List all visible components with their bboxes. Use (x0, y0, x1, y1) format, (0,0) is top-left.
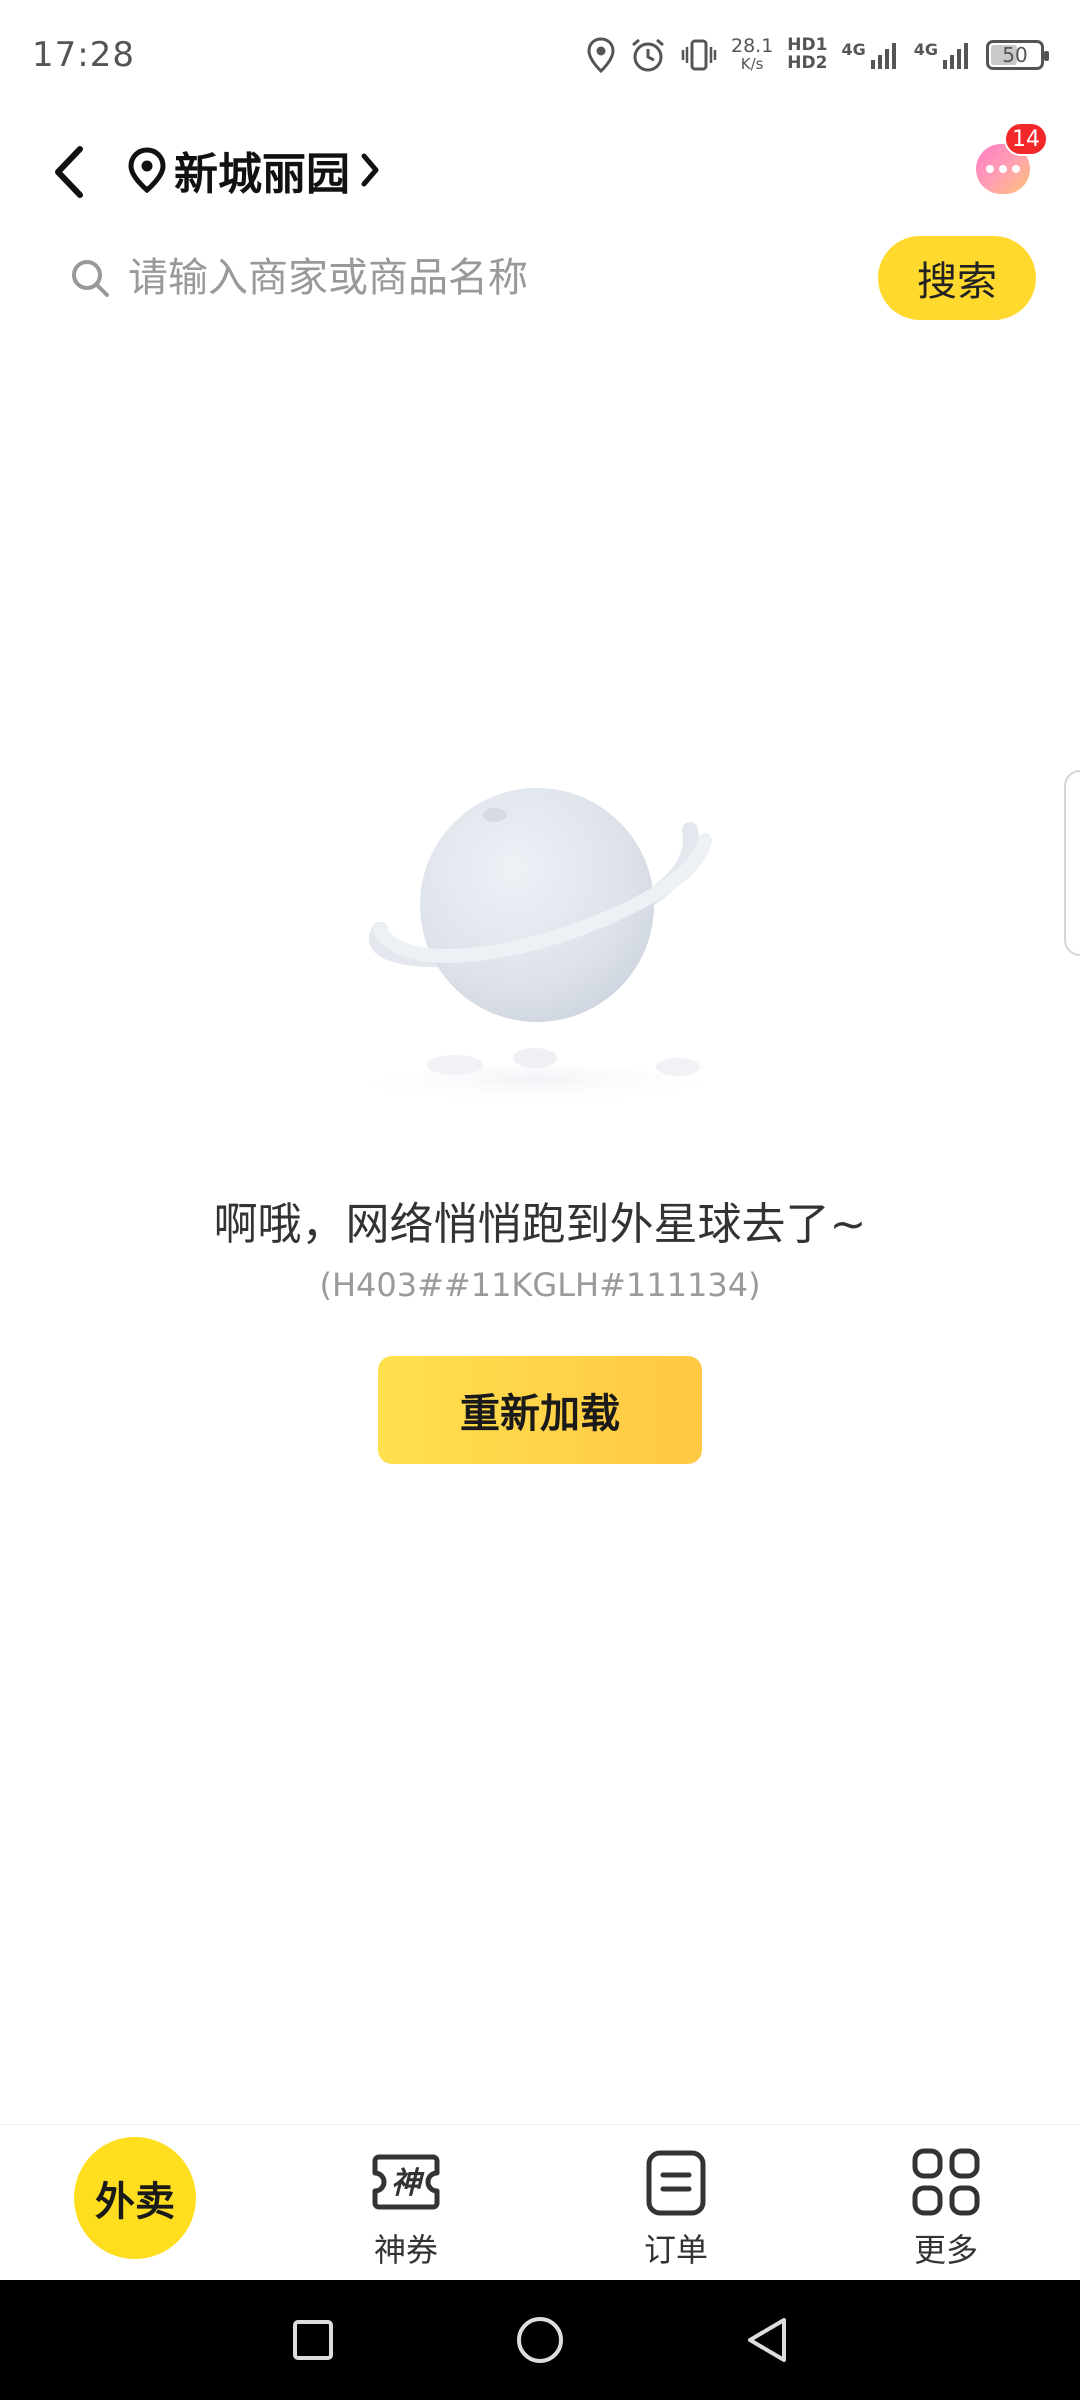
tab-coupon-label: 神券 (373, 2231, 438, 2269)
signal-sim2: 4G (914, 40, 972, 70)
svg-text:神: 神 (391, 2166, 425, 2201)
chevron-left-icon (55, 146, 83, 198)
tab-orders-label: 订单 (643, 2231, 708, 2269)
back-nav-button[interactable] (727, 2300, 807, 2380)
system-nav-bar (0, 2280, 1080, 2400)
hd-indicator: HD1 HD2 (787, 35, 828, 73)
triangle-back-icon (747, 2318, 786, 2362)
signal-sim1: 4G (841, 40, 899, 70)
recents-button[interactable] (273, 2300, 353, 2380)
tab-more[interactable]: 更多 (846, 2125, 1046, 2281)
search-button[interactable]: 搜索 (878, 236, 1036, 320)
takeout-icon: 外卖 (95, 2179, 175, 2225)
signal-bars-icon (870, 43, 896, 69)
battery-icon: 50 (986, 40, 1049, 70)
tab-coupon[interactable]: 神 神券 (306, 2125, 506, 2281)
location-pin-icon (587, 37, 615, 73)
side-drawer-handle[interactable] (1064, 770, 1080, 956)
circle-icon (516, 2317, 563, 2363)
tab-takeout[interactable]: 外卖 (74, 2137, 196, 2259)
home-button[interactable] (500, 2300, 580, 2380)
message-button[interactable]: 14 (972, 122, 1048, 196)
status-icons: 28.1 K/s HD1 HD2 4G 4G 50 (587, 35, 1049, 74)
tab-orders[interactable]: 订单 (576, 2125, 776, 2281)
reload-button[interactable]: 重新加载 (378, 1356, 702, 1464)
back-button[interactable] (40, 142, 100, 202)
status-time: 17:28 (32, 35, 135, 75)
more-grid-icon (912, 2148, 980, 2216)
order-icon (646, 2150, 706, 2216)
square-icon (293, 2320, 334, 2360)
search-bar: 搜索 (0, 228, 1080, 328)
signal-bars-icon (943, 43, 968, 69)
message-badge: 14 (1004, 122, 1048, 156)
location-pin-icon (128, 147, 166, 193)
net-speed: 28.1 K/s (730, 35, 774, 74)
error-code: (H403##11KGLH#111134) (319, 1266, 761, 1304)
planet-illustration (365, 788, 712, 1110)
header: 新城丽园 14 (0, 120, 1080, 220)
search-icon (72, 260, 109, 297)
status-bar: 17:28 28.1 K/s HD1 HD2 4G 4G 50 (0, 0, 1080, 110)
screen: 17:28 28.1 K/s HD1 HD2 4G 4G 50 新城丽园 14 … (0, 0, 1080, 2400)
alarm-icon (632, 38, 664, 72)
location-selector[interactable]: 新城丽园 (128, 140, 382, 200)
coupon-icon: 神 (372, 2154, 440, 2210)
bottom-tab-bar: 外卖 神 神券 订单 更多 (0, 2124, 1080, 2280)
search-input[interactable] (128, 248, 848, 308)
location-name: 新城丽园 (174, 149, 350, 200)
tab-more-label: 更多 (913, 2231, 978, 2269)
error-title: 啊哦，网络悄悄跑到外星球去了~ (213, 1199, 867, 1250)
chevron-right-icon (361, 153, 379, 187)
vibrate-icon (681, 39, 717, 71)
